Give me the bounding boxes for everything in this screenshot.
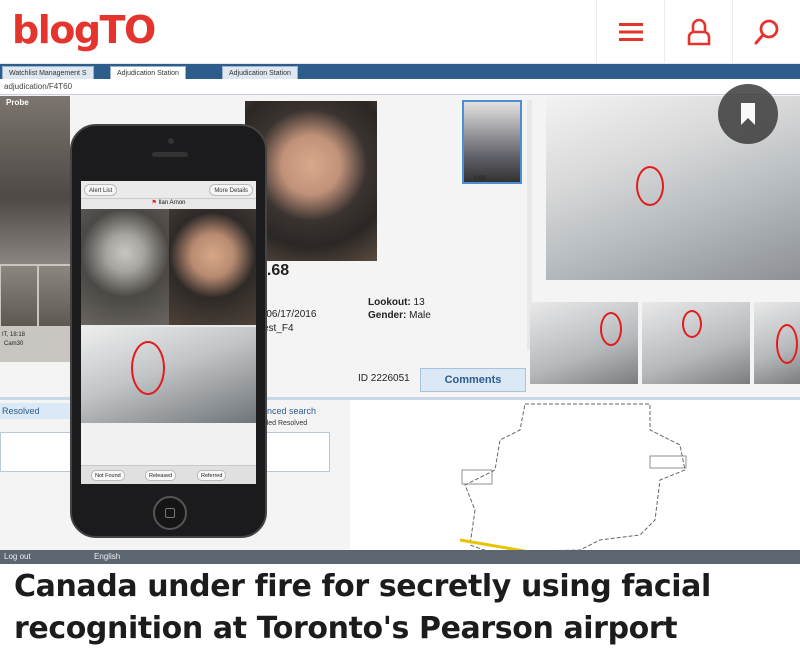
logout-link[interactable]: Log out bbox=[4, 550, 31, 564]
thumbnail-caption: Cam30 bbox=[4, 341, 24, 347]
site-header: blogTO bbox=[0, 0, 800, 64]
highlight-ring bbox=[636, 166, 664, 206]
flag-icon: ⚑ bbox=[151, 200, 159, 206]
page: blogTO Watchlist Management S Adjudicati… bbox=[0, 0, 800, 667]
probe-face-image bbox=[81, 209, 169, 325]
phone-action-bar: Not Found Released Referred bbox=[81, 465, 256, 484]
match-face-image-mobile bbox=[169, 209, 256, 325]
highlight-ring bbox=[682, 310, 702, 338]
not-found-button[interactable]: Not Found bbox=[91, 470, 125, 481]
subject-name: Ilan Arnon bbox=[158, 200, 186, 206]
browser-tab-active: Adjudication Station bbox=[110, 66, 186, 79]
account-button[interactable] bbox=[664, 0, 732, 64]
camera-feed-small bbox=[642, 302, 750, 384]
browser-tabbar: Watchlist Management S Adjudication Stat… bbox=[0, 64, 800, 79]
user-icon bbox=[687, 18, 710, 46]
probe-image bbox=[0, 96, 70, 266]
bookmark-icon bbox=[741, 103, 755, 125]
search-button[interactable] bbox=[732, 0, 800, 64]
comments-button[interactable]: Comments bbox=[420, 368, 526, 392]
highlight-ring bbox=[776, 324, 798, 364]
candidate-thumbnail[interactable] bbox=[462, 100, 522, 184]
lookout-label: Lookout: bbox=[368, 297, 411, 308]
thumbnail-strip bbox=[0, 264, 75, 362]
highlight-ring bbox=[600, 312, 622, 346]
phone-mockup: Alert List More Details ⚑ Ilan Arnon Not… bbox=[70, 124, 267, 538]
floor-plan-map bbox=[350, 400, 800, 564]
lookout-value: 13 bbox=[413, 297, 425, 308]
address-bar: adjudication/F4T60 bbox=[0, 79, 800, 95]
language-selector[interactable]: English bbox=[94, 550, 120, 564]
article-headline[interactable]: Canada under fire for secretly using fac… bbox=[14, 566, 790, 650]
camera-feed-small bbox=[754, 302, 800, 384]
advanced-search-link[interactable]: anced search bbox=[262, 403, 344, 419]
gender-label: Gender: bbox=[368, 310, 407, 321]
site-logo[interactable]: blogTO bbox=[12, 6, 156, 54]
phone-camera-feed bbox=[81, 327, 256, 423]
highlight-ring bbox=[131, 341, 165, 395]
phone-speaker bbox=[152, 152, 188, 157]
phone-screen: Alert List More Details ⚑ Ilan Arnon Not… bbox=[81, 181, 256, 484]
column-headers: rded Resolved bbox=[262, 420, 308, 427]
home-square-icon bbox=[165, 508, 175, 518]
record-id: ID 2226051 bbox=[358, 373, 410, 384]
bookmark-button[interactable] bbox=[718, 84, 778, 144]
browser-tab: Watchlist Management S bbox=[2, 66, 94, 79]
browser-tab: Adjudication Station bbox=[222, 66, 298, 79]
camera-feed-small bbox=[530, 302, 638, 384]
released-button[interactable]: Released bbox=[145, 470, 177, 481]
app-status-bar: Log out English bbox=[0, 550, 800, 564]
thumbnail bbox=[1, 266, 37, 326]
alert-list-button[interactable]: Alert List bbox=[84, 184, 118, 196]
phone-toolbar: Alert List More Details bbox=[81, 181, 256, 199]
candidate-caption: 0.68 bbox=[474, 176, 486, 182]
resolved-tab[interactable]: Resolved bbox=[0, 403, 70, 419]
phone-camera bbox=[168, 138, 174, 144]
subject-name-row: ⚑ Ilan Arnon bbox=[81, 199, 256, 208]
thumbnail-caption: IT, 18:18 bbox=[2, 332, 26, 338]
menu-button[interactable] bbox=[596, 0, 664, 64]
referred-button[interactable]: Referred bbox=[197, 470, 227, 481]
probe-label: Probe bbox=[6, 98, 29, 107]
gender-row: Gender: Male bbox=[368, 310, 431, 321]
gender-value: Male bbox=[409, 310, 431, 321]
hamburger-menu-icon bbox=[618, 23, 643, 41]
more-details-button[interactable]: More Details bbox=[209, 184, 253, 196]
phone-home-button bbox=[153, 496, 187, 530]
phone-blank-area bbox=[81, 423, 256, 465]
lookout-row: Lookout: 13 bbox=[368, 297, 425, 308]
search-icon bbox=[754, 19, 778, 45]
